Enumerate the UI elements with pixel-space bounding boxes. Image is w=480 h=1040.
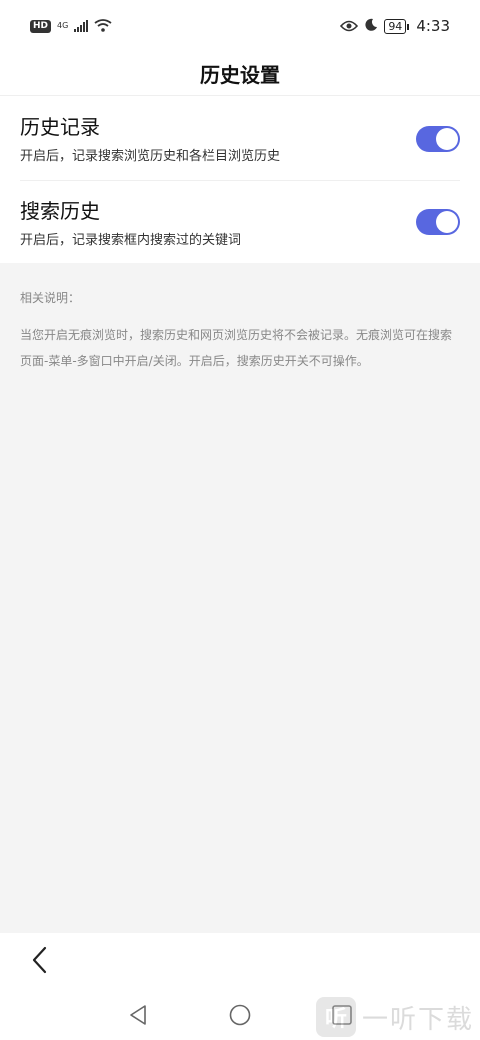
status-right: 94 4:33 [340, 17, 450, 36]
bottom-toolbar [0, 933, 480, 989]
nav-back-button[interactable] [120, 997, 156, 1033]
setting-search-history: 搜索历史 开启后，记录搜索框内搜索过的关键词 [20, 180, 460, 263]
moon-icon [364, 17, 378, 36]
watermark: 听 一听下载 [316, 994, 480, 1040]
setting-description: 开启后，记录搜索框内搜索过的关键词 [20, 232, 242, 248]
settings-list: 历史记录 开启后，记录搜索浏览历史和各栏目浏览历史 搜索历史 开启后，记录搜索框… [0, 97, 480, 263]
network-type: 4G [57, 21, 69, 30]
nav-home-button[interactable] [222, 997, 258, 1033]
chevron-left-icon [32, 946, 47, 974]
status-left: HD 4G [30, 17, 112, 36]
nav-home-icon [229, 1004, 251, 1026]
clock: 4:33 [416, 17, 450, 35]
nav-back-icon [130, 1005, 146, 1025]
title-bar: 历史设置 [0, 52, 480, 96]
back-button[interactable] [22, 943, 56, 977]
watermark-logo: 听 [316, 997, 356, 1037]
eye-icon [340, 17, 359, 36]
watermark-text: 一听下载 [362, 1004, 475, 1035]
search-history-toggle[interactable] [416, 209, 460, 235]
toggle-knob [436, 211, 458, 233]
page-title: 历史设置 [200, 63, 280, 87]
wifi-icon [94, 17, 112, 36]
notes-body: 当您开启无痕浏览时，搜索历史和网页浏览历史将不会被记录。无痕浏览可在搜索页面-菜… [20, 328, 453, 368]
setting-history-record: 历史记录 开启后，记录搜索浏览历史和各栏目浏览历史 [20, 97, 460, 180]
hd-badge: HD [30, 19, 52, 33]
status-bar: HD 4G 94 4:33 [0, 0, 480, 52]
history-record-toggle[interactable] [416, 125, 460, 152]
battery-icon: 94 [384, 18, 410, 34]
notes-title: 相关说明： [20, 291, 81, 305]
setting-description: 开启后，记录搜索浏览历史和各栏目浏览历史 [20, 149, 281, 164]
setting-label: 搜索历史 [20, 198, 100, 223]
signal-icon [74, 17, 89, 36]
setting-label: 历史记录 [20, 115, 100, 139]
toggle-knob [436, 127, 458, 150]
notes-section: 相关说明： 当您开启无痕浏览时，搜索历史和网页浏览历史将不会被记录。无痕浏览可在… [0, 263, 480, 933]
